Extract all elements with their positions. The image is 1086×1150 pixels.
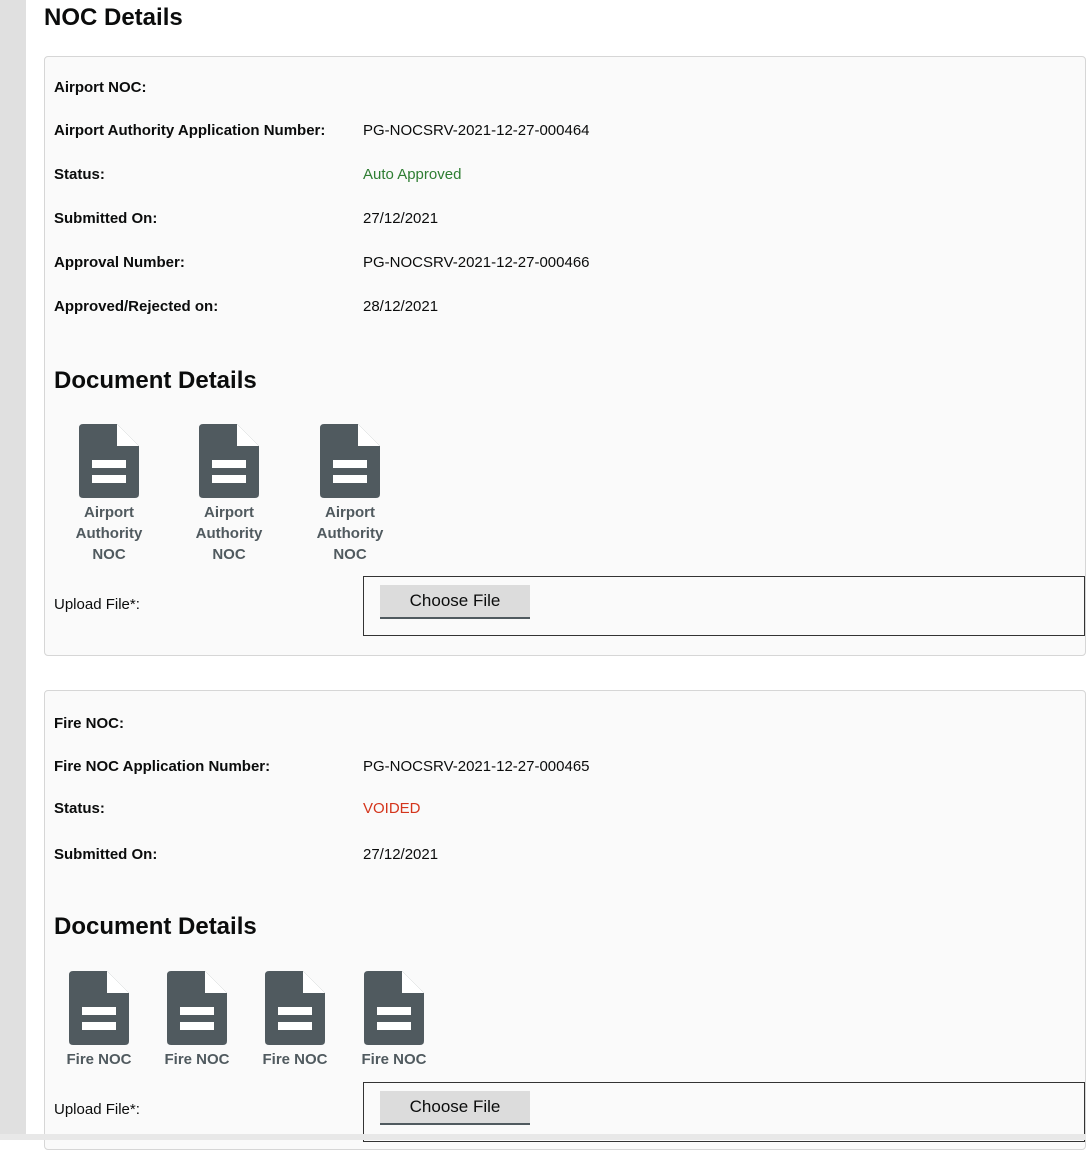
document-icon (79, 424, 139, 498)
document-icon (199, 424, 259, 498)
field-value: 27/12/2021 (363, 846, 439, 863)
document-tile[interactable]: Fire NOC (352, 971, 436, 1070)
left-sidebar-strip (0, 0, 26, 1140)
field-value: 28/12/2021 (363, 298, 439, 315)
airport-application-number-row: Airport Authority Application Number: PG… (54, 122, 1085, 142)
document-details-heading: Document Details (54, 367, 257, 394)
field-label: Airport Authority Application Number: (54, 122, 326, 139)
field-label: Status: (54, 166, 105, 183)
airport-approved-rejected-on-row: Approved/Rejected on: 28/12/2021 (54, 298, 1085, 318)
field-value: PG-NOCSRV-2021-12-27-000466 (363, 254, 590, 271)
field-label: Submitted On: (54, 846, 158, 863)
document-tile[interactable]: Airport Authority NOC (187, 424, 271, 565)
document-icon (69, 971, 129, 1045)
fire-status-row: Status: VOIDED (54, 800, 1085, 820)
field-value: 27/12/2021 (363, 210, 439, 227)
document-label: Fire NOC (361, 1051, 427, 1068)
choose-file-button[interactable]: Choose File (380, 585, 530, 619)
file-upload-field: Choose File (363, 576, 1085, 636)
document-icon (320, 424, 380, 498)
document-tile[interactable]: Airport Authority NOC (67, 424, 151, 565)
status-value: Auto Approved (363, 166, 462, 183)
document-label: Fire NOC (66, 1051, 132, 1068)
page-title: NOC Details (44, 4, 183, 31)
status-value: VOIDED (363, 800, 421, 817)
bottom-scroll-edge (0, 1134, 1086, 1140)
document-icon (265, 971, 325, 1045)
field-value: PG-NOCSRV-2021-12-27-000465 (363, 758, 590, 775)
field-label: Status: (54, 800, 105, 817)
fire-submitted-on-row: Submitted On: 27/12/2021 (54, 846, 1085, 866)
document-tile[interactable]: Fire NOC (253, 971, 337, 1070)
file-upload-field: Choose File (363, 1082, 1085, 1142)
document-label: Fire NOC (262, 1051, 328, 1068)
airport-noc-card: Airport NOC: Airport Authority Applicati… (44, 56, 1086, 656)
field-label: Submitted On: (54, 210, 158, 227)
airport-noc-title: Airport NOC: (54, 79, 147, 96)
document-details-heading: Document Details (54, 913, 257, 940)
fire-noc-card: Fire NOC: Fire NOC Application Number: P… (44, 690, 1086, 1150)
document-label: Airport Authority NOC (195, 504, 263, 563)
fire-application-number-row: Fire NOC Application Number: PG-NOCSRV-2… (54, 758, 1085, 778)
fire-noc-title: Fire NOC: (54, 715, 125, 732)
field-label: Approved/Rejected on: (54, 298, 219, 315)
upload-file-label: Upload File*: (54, 1101, 140, 1118)
choose-file-button[interactable]: Choose File (380, 1091, 530, 1125)
document-icon (364, 971, 424, 1045)
airport-status-row: Status: Auto Approved (54, 166, 1085, 186)
document-tile[interactable]: Airport Authority NOC (308, 424, 392, 565)
airport-submitted-on-row: Submitted On: 27/12/2021 (54, 210, 1085, 230)
upload-file-label: Upload File*: (54, 596, 140, 613)
document-icon (167, 971, 227, 1045)
document-label: Airport Authority NOC (316, 504, 384, 563)
field-label: Approval Number: (54, 254, 185, 271)
document-tile[interactable]: Fire NOC (57, 971, 141, 1070)
airport-approval-number-row: Approval Number: PG-NOCSRV-2021-12-27-00… (54, 254, 1085, 274)
document-tile[interactable]: Fire NOC (155, 971, 239, 1070)
field-label: Fire NOC Application Number: (54, 758, 271, 775)
document-label: Fire NOC (164, 1051, 230, 1068)
document-label: Airport Authority NOC (75, 504, 143, 563)
field-value: PG-NOCSRV-2021-12-27-000464 (363, 122, 590, 139)
